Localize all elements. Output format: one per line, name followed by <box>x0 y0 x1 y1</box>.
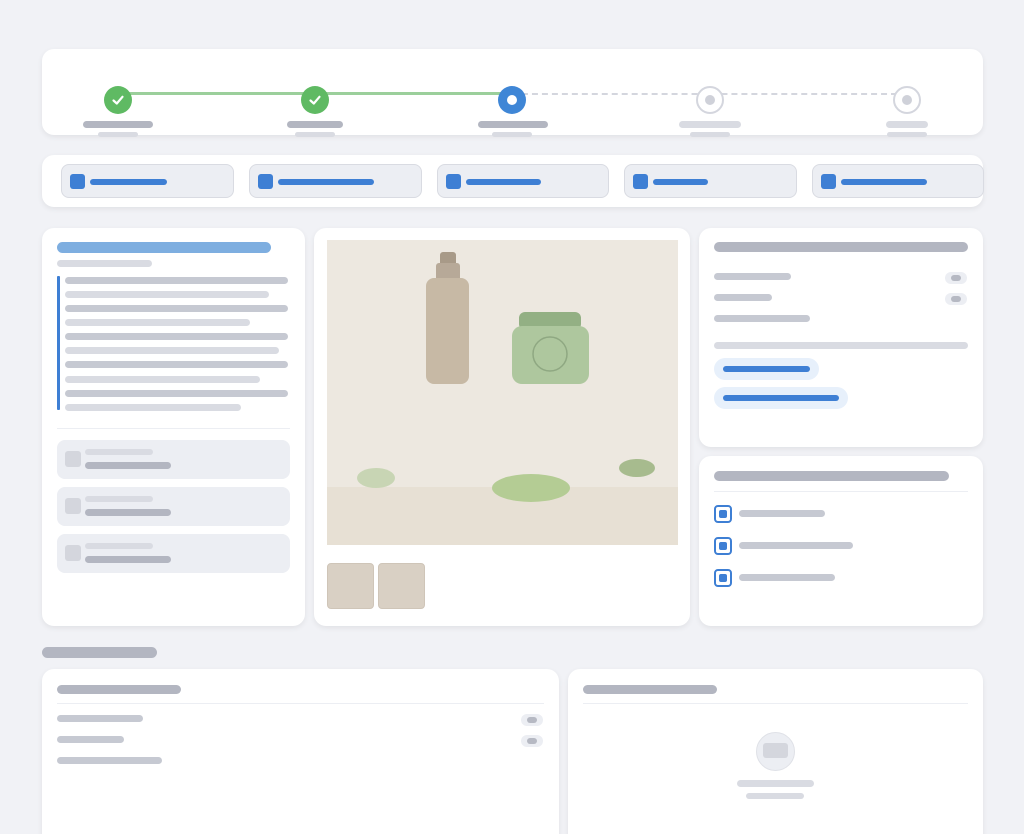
summary-title <box>57 685 181 694</box>
step-2[interactable] <box>301 86 329 114</box>
tab-5-label <box>841 179 927 185</box>
tab-2[interactable] <box>249 164 422 198</box>
text-line <box>65 404 241 411</box>
option-checkbox[interactable] <box>714 569 732 587</box>
square-icon <box>821 174 836 189</box>
square-icon <box>446 174 461 189</box>
list-item-title <box>85 462 171 469</box>
section-heading <box>42 647 157 658</box>
options-title <box>714 471 949 481</box>
description-title <box>57 242 271 253</box>
product-image[interactable] <box>327 240 678 545</box>
text-line <box>65 347 279 354</box>
step-3-sublabel <box>492 132 532 137</box>
text-line <box>65 361 288 368</box>
list-item[interactable] <box>57 440 290 479</box>
list-item[interactable] <box>57 534 290 573</box>
step-1-label <box>83 121 153 128</box>
text-line <box>65 291 269 298</box>
step-4[interactable] <box>696 86 724 114</box>
tab-2-label <box>278 179 374 185</box>
tab-1-label <box>90 179 167 185</box>
detail-value-pill <box>945 272 967 284</box>
step-3-label <box>478 121 548 128</box>
empty-state-icon <box>756 732 795 771</box>
step-1-sublabel <box>98 132 138 137</box>
step-1[interactable] <box>104 86 132 114</box>
step-3[interactable] <box>498 86 526 114</box>
tab-4[interactable] <box>624 164 797 198</box>
thumbnail[interactable] <box>378 563 425 609</box>
tab-1[interactable] <box>61 164 234 198</box>
detail-label <box>714 294 772 301</box>
file-icon <box>65 545 81 561</box>
file-icon <box>65 498 81 514</box>
step-5[interactable] <box>893 86 921 114</box>
check-icon <box>112 95 124 105</box>
text-line <box>65 376 260 383</box>
empty-state-subtext <box>746 793 804 799</box>
quote-accent-bar <box>57 276 60 410</box>
detail-label <box>714 315 810 322</box>
tab-5[interactable] <box>812 164 984 198</box>
divider <box>57 703 544 704</box>
list-item-caption <box>85 449 153 455</box>
tab-3-label <box>466 179 541 185</box>
empty-state-card-title <box>583 685 717 694</box>
divider <box>583 703 968 704</box>
text-line <box>65 305 288 312</box>
description-subtitle <box>57 260 152 267</box>
summary-label <box>57 757 162 764</box>
detail-value-pill <box>945 293 967 305</box>
step-5-sublabel <box>887 132 927 137</box>
list-item-title <box>85 509 171 516</box>
detail-label <box>714 273 791 280</box>
summary-value-pill <box>521 714 543 726</box>
text-line <box>65 333 288 340</box>
options-card <box>699 456 983 626</box>
list-item-caption <box>85 496 153 502</box>
step-4-sublabel <box>690 132 730 137</box>
step-4-label <box>679 121 741 128</box>
step-2-sublabel <box>295 132 335 137</box>
details-title <box>714 242 968 252</box>
list-item[interactable] <box>57 487 290 526</box>
thumbnail[interactable] <box>327 563 374 609</box>
text-line <box>65 319 250 326</box>
text-line <box>65 277 288 284</box>
empty-state-text <box>737 780 814 787</box>
summary-label <box>57 736 124 743</box>
list-item-caption <box>85 543 153 549</box>
square-icon <box>633 174 648 189</box>
option-label <box>739 542 853 549</box>
summary-value-pill <box>521 735 543 747</box>
option-checkbox[interactable] <box>714 505 732 523</box>
details-card <box>699 228 983 447</box>
check-icon <box>309 95 321 105</box>
file-icon <box>65 451 81 467</box>
step-2-label <box>287 121 343 128</box>
text-line <box>65 390 288 397</box>
tab-4-label <box>653 179 708 185</box>
divider <box>57 428 290 429</box>
option-label <box>739 510 825 517</box>
divider <box>714 491 968 492</box>
list-item-title <box>85 556 171 563</box>
tab-3[interactable] <box>437 164 609 198</box>
tag-chip[interactable] <box>714 387 848 409</box>
details-divider-line <box>714 342 968 349</box>
option-checkbox[interactable] <box>714 537 732 555</box>
square-icon <box>258 174 273 189</box>
option-label <box>739 574 835 581</box>
square-icon <box>70 174 85 189</box>
tag-chip[interactable] <box>714 358 819 380</box>
summary-label <box>57 715 143 722</box>
step-5-label <box>886 121 928 128</box>
